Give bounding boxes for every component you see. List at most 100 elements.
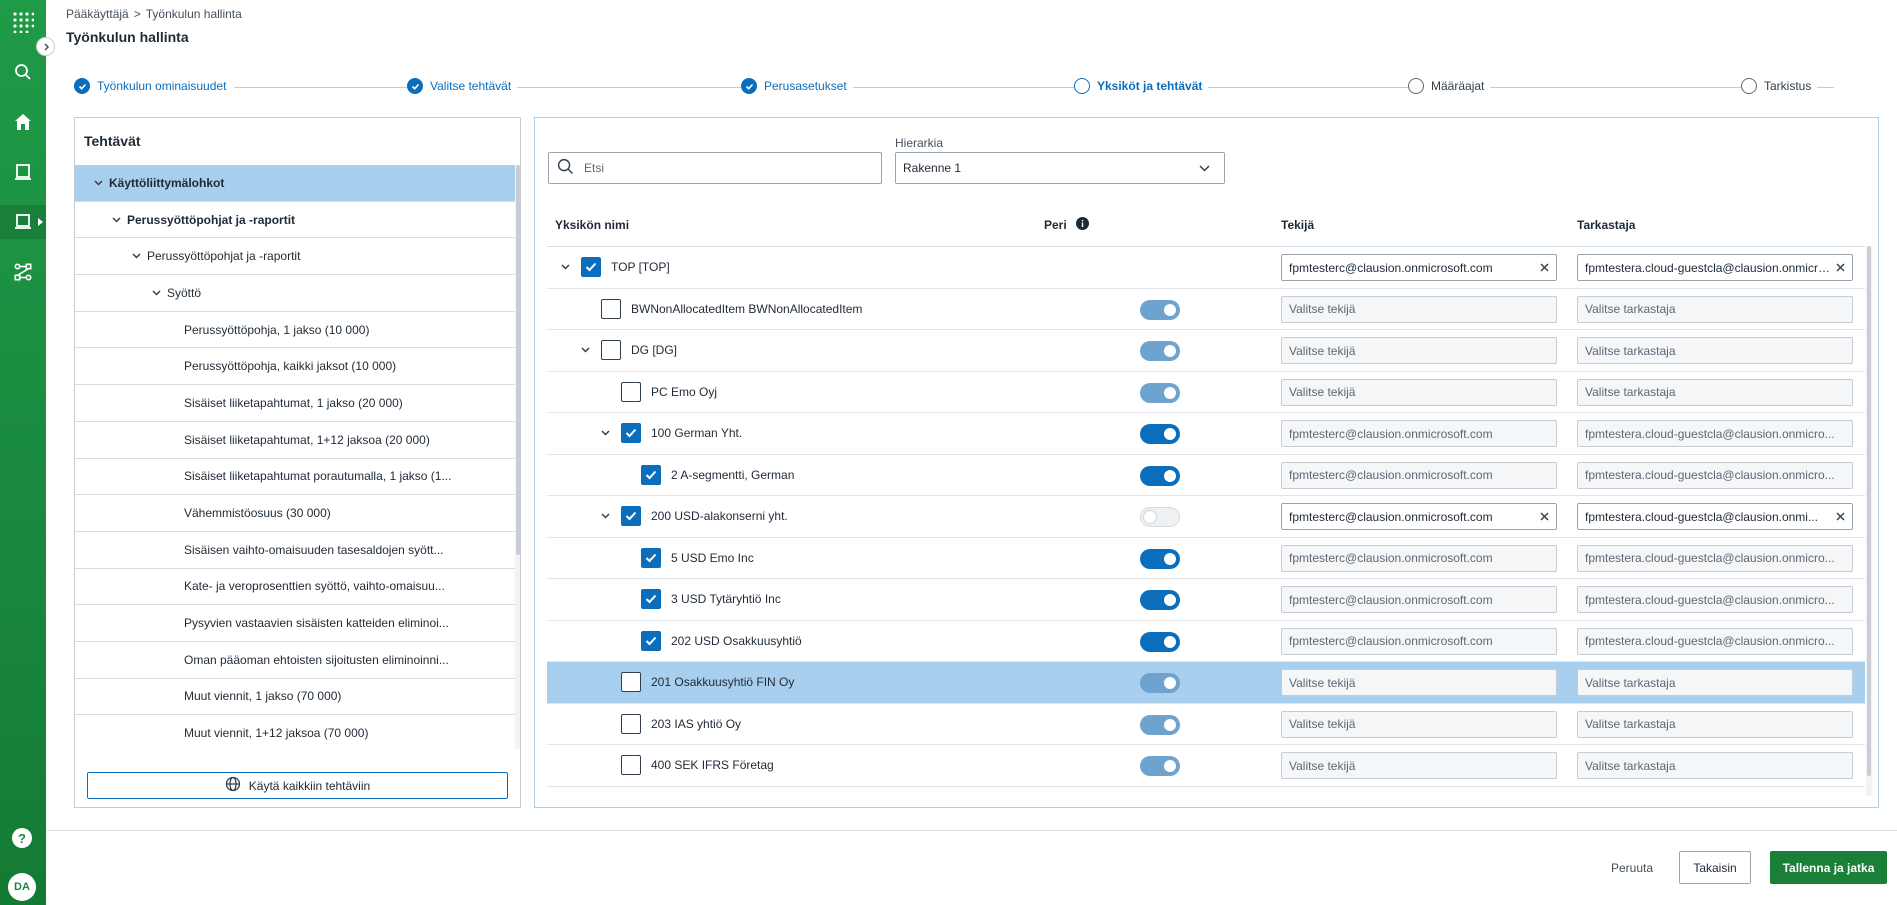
clear-icon[interactable]: [1836, 512, 1845, 521]
unit-row[interactable]: 203 IAS yhtiö Oy Valitse tekijä Valitse ta…: [547, 704, 1865, 745]
tarkastaja-field[interactable]: fpmtestera.cloud-guestcla@clausion.onmic…: [1577, 420, 1853, 447]
task-tree-item[interactable]: Sisäiset liiketapahtumat porautumalla, 1…: [75, 459, 515, 496]
step-yksikot-ja-tehtavat[interactable]: Yksiköt ja tehtävät: [1074, 78, 1209, 94]
task-tree-item[interactable]: Vähemmistöosuus (30 000): [75, 495, 515, 532]
help-icon[interactable]: ?: [12, 828, 32, 848]
tekija-field[interactable]: Valitse tekijä: [1281, 337, 1557, 364]
tekija-field[interactable]: fpmtesterc@clausion.onmicrosoft.com: [1281, 503, 1557, 530]
unit-row[interactable]: 202 USD Osakkuusyhtiö fpmtesterc@clausion…: [547, 621, 1865, 662]
home-icon[interactable]: [0, 105, 46, 139]
tarkastaja-field[interactable]: fpmtestera.cloud-guestcla@clausion.onmic…: [1577, 586, 1853, 613]
peri-toggle[interactable]: [1140, 465, 1180, 486]
column-header-peri[interactable]: Peri: [1044, 217, 1089, 233]
tarkastaja-field[interactable]: fpmtestera.cloud-guestcla@clausion.onmic…: [1577, 461, 1853, 489]
tarkastaja-field[interactable]: fpmtestera.cloud-guestcla@clausion.onmi.…: [1577, 503, 1853, 530]
column-header-name[interactable]: Yksikön nimi: [555, 218, 629, 232]
peri-toggle[interactable]: [1140, 756, 1180, 776]
unit-checkbox[interactable]: [621, 755, 641, 776]
tarkastaja-field[interactable]: fpmtestera.cloud-guestcla@clausion.onmic…: [1577, 544, 1853, 572]
chevron-down-icon[interactable]: [109, 217, 123, 223]
step-perusasetukset[interactable]: Perusasetukset: [741, 78, 853, 94]
unit-checkbox[interactable]: [621, 506, 641, 527]
tekija-field[interactable]: fpmtesterc@clausion.onmicrosoft.com: [1281, 627, 1557, 655]
unit-checkbox[interactable]: [641, 547, 661, 568]
expand-navigation-button[interactable]: [36, 37, 55, 56]
unit-row[interactable]: 400 SEK IFRS Företag Valitse tekijä Valits…: [547, 745, 1865, 787]
tekija-field[interactable]: Valitse tekijä: [1281, 710, 1557, 738]
tekija-field[interactable]: fpmtesterc@clausion.onmicrosoft.com: [1281, 254, 1557, 281]
chevron-down-icon[interactable]: [597, 513, 613, 519]
hierarchy-select[interactable]: Rakenne 1: [895, 152, 1225, 184]
back-button[interactable]: Takaisin: [1679, 851, 1751, 884]
column-header-tarkastaja[interactable]: Tarkastaja: [1577, 218, 1635, 232]
task-tree-item[interactable]: Kate- ja veroprosenttien syöttö, vaihto-…: [75, 569, 515, 606]
unit-checkbox[interactable]: [581, 257, 601, 278]
unit-row[interactable]: DG [DG] Valitse tekijä Valitse tarkastaja: [547, 330, 1865, 372]
clear-icon[interactable]: [1540, 512, 1549, 521]
tekija-field[interactable]: fpmtesterc@clausion.onmicrosoft.com: [1281, 586, 1557, 613]
scrollbar-thumb[interactable]: [516, 165, 520, 555]
peri-toggle[interactable]: [1140, 631, 1180, 652]
avatar[interactable]: DA: [8, 873, 36, 901]
task-tree-item[interactable]: Käyttöliittymälohkot: [75, 165, 515, 202]
scrollbar-thumb[interactable]: [1867, 246, 1871, 776]
peri-toggle[interactable]: [1140, 299, 1180, 320]
task-tree-item[interactable]: Muut viennit, 1+12 jaksoa (70 000): [75, 715, 515, 749]
tekija-field[interactable]: fpmtesterc@clausion.onmicrosoft.com: [1281, 544, 1557, 572]
search-icon[interactable]: [0, 55, 46, 89]
cancel-button[interactable]: Peruuta: [1596, 851, 1668, 884]
chevron-down-icon[interactable]: [91, 180, 105, 186]
unit-checkbox[interactable]: [621, 423, 641, 444]
process-flow-icon[interactable]: [0, 255, 46, 289]
task-tree-item[interactable]: Syöttö: [75, 275, 515, 312]
tarkastaja-field[interactable]: Valitse tarkastaja: [1577, 295, 1853, 323]
unit-checkbox[interactable]: [641, 630, 661, 651]
unit-checkbox[interactable]: [621, 672, 641, 693]
task-tree-item[interactable]: Sisäisen vaihto-omaisuuden tasesaldojen …: [75, 532, 515, 569]
chevron-down-icon[interactable]: [597, 430, 613, 436]
unit-checkbox[interactable]: [621, 381, 641, 402]
clear-icon[interactable]: [1540, 263, 1549, 272]
unit-row[interactable]: 200 USD-alakonserni yht. fpmtesterc@claus…: [547, 496, 1865, 538]
peri-toggle[interactable]: [1140, 714, 1180, 735]
task-tree-item[interactable]: Pysyvien vastaavien sisäisten katteiden …: [75, 605, 515, 642]
task-tree-item[interactable]: Perussyöttöpohjat ja -raportit: [75, 238, 515, 276]
chevron-down-icon[interactable]: [149, 290, 163, 296]
tekija-field[interactable]: fpmtesterc@clausion.onmicrosoft.com: [1281, 461, 1557, 489]
apply-to-all-tasks-button[interactable]: Käytä kaikkiin tehtäviin: [87, 772, 508, 799]
unit-row[interactable]: PC Emo Oyj Valitse tekijä Valitse tarkasta…: [547, 372, 1865, 413]
breadcrumb-root-link[interactable]: Pääkäyttäjä: [66, 7, 129, 21]
peri-toggle[interactable]: [1140, 382, 1180, 403]
column-header-tekija[interactable]: Tekijä: [1281, 218, 1314, 232]
task-tree-item[interactable]: Perussyöttöpohjat ja -raportit: [75, 202, 515, 239]
workflow-nav-icon[interactable]: [0, 205, 46, 239]
tarkastaja-field[interactable]: fpmtestera.cloud-guestcla@clausion.onmic…: [1577, 627, 1853, 655]
peri-toggle[interactable]: [1140, 673, 1180, 693]
search-input[interactable]: [584, 161, 864, 175]
peri-toggle[interactable]: [1140, 341, 1180, 361]
chevron-down-icon[interactable]: [577, 347, 593, 353]
tekija-field[interactable]: Valitse tekijä: [1281, 752, 1557, 779]
unit-checkbox[interactable]: [641, 464, 661, 485]
unit-row[interactable]: 5 USD Emo Inc fpmtesterc@clausion.onmicro…: [547, 538, 1865, 579]
unit-checkbox[interactable]: [641, 589, 661, 610]
tarkastaja-field[interactable]: Valitse tarkastaja: [1577, 378, 1853, 406]
unit-row[interactable]: 3 USD Tytäryhtiö Inc fpmtesterc@clausion.…: [547, 579, 1865, 621]
step-maaraajat[interactable]: Määräajat: [1408, 78, 1491, 94]
task-tree-item[interactable]: Sisäiset liiketapahtumat, 1 jakso (20 00…: [75, 385, 515, 422]
tekija-field[interactable]: Valitse tekijä: [1281, 669, 1557, 696]
tarkastaja-field[interactable]: Valitse tarkastaja: [1577, 710, 1853, 738]
unit-row[interactable]: 2 A-segmentti, German fpmtesterc@clausion…: [547, 455, 1865, 496]
app-launcher-icon[interactable]: [0, 5, 46, 39]
tarkastaja-field[interactable]: Valitse tarkastaja: [1577, 669, 1853, 696]
peri-toggle[interactable]: [1140, 507, 1180, 527]
task-tree-item[interactable]: Muut viennit, 1 jakso (70 000): [75, 679, 515, 716]
task-tree-item[interactable]: Oman pääoman ehtoisten sijoitusten elimi…: [75, 642, 515, 679]
tarkastaja-field[interactable]: fpmtestera.cloud-guestcla@clausion.onmic…: [1577, 254, 1853, 281]
task-tree-item[interactable]: Perussyöttöpohja, 1 jakso (10 000): [75, 312, 515, 349]
info-icon[interactable]: [1075, 217, 1089, 233]
unit-checkbox[interactable]: [601, 340, 621, 361]
tarkastaja-field[interactable]: Valitse tarkastaja: [1577, 337, 1853, 364]
unit-checkbox[interactable]: [621, 713, 641, 734]
unit-checkbox[interactable]: [601, 298, 621, 319]
